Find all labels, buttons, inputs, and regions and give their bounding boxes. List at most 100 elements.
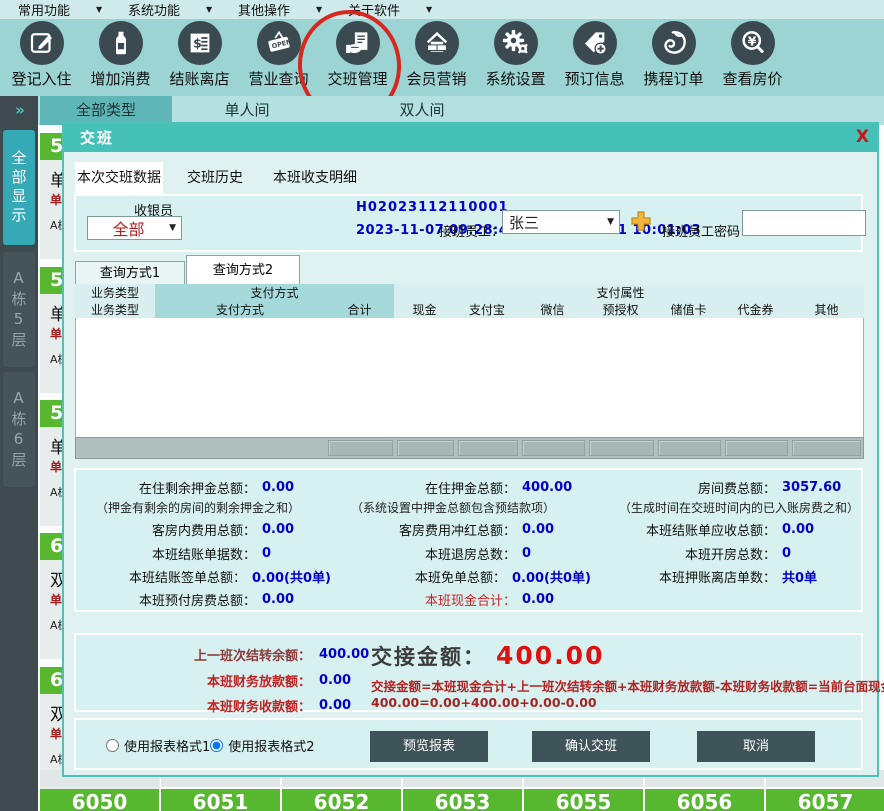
successor-password-label: 接班员工密码： bbox=[662, 221, 753, 240]
sidebar-tab-building-a-floor6[interactable]: A栋6层 bbox=[3, 372, 35, 487]
table-header-row: 业务类型 支付方式 合计 现金 支付宝 微信 预授权 储值卡 代金券 其他 bbox=[75, 301, 864, 318]
toolbar-label: 会员营销 bbox=[406, 68, 466, 89]
cashier-select[interactable]: 全部 ▼ bbox=[87, 216, 182, 240]
query-mode-tab-1[interactable]: 查询方式1 bbox=[75, 261, 185, 285]
receipt-value: 0.00 bbox=[319, 698, 351, 713]
room-type-tab-all[interactable]: 全部类型 bbox=[40, 96, 172, 125]
stat-label: 本班押账离店单数： bbox=[591, 567, 776, 586]
column-header: 支付宝 bbox=[455, 301, 519, 318]
preview-report-button[interactable]: 预览报表 bbox=[370, 731, 488, 762]
column-header: 支付方式 bbox=[155, 284, 394, 301]
room-status-text: 单 bbox=[50, 591, 62, 608]
toolbar-button-system-settings[interactable]: 系统设置 bbox=[476, 19, 555, 96]
carryover-label: 上一班次结转余额： bbox=[76, 645, 311, 664]
tab-shift-income-detail[interactable]: 本班收支明细 bbox=[260, 162, 370, 194]
room-card[interactable]: 6051 bbox=[161, 789, 280, 811]
house-card-icon bbox=[415, 21, 459, 65]
column-header bbox=[394, 284, 586, 301]
menu-label: 常用功能 bbox=[18, 0, 70, 19]
stat-label: 本班退房总数： bbox=[331, 544, 516, 563]
summary-cell bbox=[328, 440, 393, 456]
chevron-down-icon: ▼ bbox=[426, 5, 432, 14]
toolbar-label: 查看房价 bbox=[722, 68, 782, 89]
stat-value: 0.00 bbox=[262, 480, 294, 495]
bill-icon: $ bbox=[178, 21, 222, 65]
dialog-footer-panel: 使用报表格式1 使用报表格式2 预览报表 确认交班 取消 bbox=[74, 718, 863, 770]
register-icon bbox=[20, 21, 64, 65]
svg-text:¥: ¥ bbox=[747, 33, 756, 48]
column-header: 预授权 bbox=[586, 301, 655, 318]
room-card[interactable]: 6057 bbox=[766, 789, 884, 811]
menu-other-operations[interactable]: 其他操作 ▼ bbox=[238, 0, 330, 19]
sidebar-expand-button[interactable]: » bbox=[0, 96, 38, 119]
chevron-down-icon: ▼ bbox=[607, 217, 614, 227]
room-card[interactable]: 6053 bbox=[403, 789, 522, 811]
add-employee-icon[interactable] bbox=[630, 210, 652, 232]
menu-about-software[interactable]: 关于软件 ▼ bbox=[348, 0, 440, 19]
tab-current-shift-data[interactable]: 本次交班数据 bbox=[75, 162, 163, 194]
stat-label: 本班结账单据数： bbox=[76, 544, 256, 563]
toolbar-button-member-marketing[interactable]: 会员营销 bbox=[397, 19, 476, 96]
room-card[interactable]: 6052 bbox=[282, 789, 401, 811]
tab-shift-history[interactable]: 交班历史 bbox=[182, 162, 248, 194]
chevron-down-icon: ▼ bbox=[316, 5, 322, 14]
summary-cell bbox=[522, 440, 585, 456]
column-header: 支付属性 bbox=[586, 284, 655, 301]
toolbar-button-business-query[interactable]: OPEN 营业查询 bbox=[239, 19, 318, 96]
summary-cell bbox=[725, 440, 788, 456]
column-header: 现金 bbox=[394, 301, 455, 318]
toolbar-label: 交班管理 bbox=[327, 68, 387, 89]
toolbar-button-checkin[interactable]: 登记入住 bbox=[2, 19, 81, 96]
sidebar: » 全部显示 A栋5层 A栋6层 bbox=[0, 96, 38, 811]
sidebar-tab-show-all[interactable]: 全部显示 bbox=[3, 130, 35, 245]
stat-value: 400.00 bbox=[522, 480, 572, 495]
report-format-2-radio[interactable] bbox=[210, 739, 223, 752]
toolbar-label: 携程订单 bbox=[643, 68, 703, 89]
room-card[interactable]: 6056 bbox=[645, 789, 764, 811]
carryover-value: 400.00 bbox=[319, 647, 369, 662]
toolbar-button-booking-info[interactable]: 预订信息 bbox=[555, 19, 634, 96]
shift-serial-number: H02023112110001 bbox=[356, 200, 509, 215]
svg-text:$: $ bbox=[193, 35, 202, 50]
stat-label-cash-total: 本班现金合计： bbox=[331, 590, 516, 609]
toolbar-button-checkout[interactable]: $ 结账离店 bbox=[160, 19, 239, 96]
stat-value: 3057.60 bbox=[782, 480, 841, 495]
toolbar-button-view-room-rates[interactable]: ¥ 查看房价 bbox=[713, 19, 792, 96]
confirm-handover-button[interactable]: 确认交班 bbox=[532, 731, 650, 762]
toolbar-label: 增加消费 bbox=[90, 68, 150, 89]
menu-system-functions[interactable]: 系统功能 ▼ bbox=[128, 0, 220, 19]
table-summary-row bbox=[75, 437, 864, 459]
stat-value: 0.00 bbox=[522, 592, 554, 607]
successor-select[interactable]: 张三 ▼ bbox=[502, 210, 620, 234]
toolbar-button-add-consumption[interactable]: 增加消费 bbox=[81, 19, 160, 96]
successor-password-input[interactable] bbox=[742, 210, 866, 236]
cancel-button[interactable]: 取消 bbox=[697, 731, 815, 762]
stat-value: 0.00(共0单) bbox=[252, 567, 331, 586]
toolbar-button-ctrip-orders[interactable]: 携程订单 bbox=[634, 19, 713, 96]
room-type-tab-double[interactable]: 双人间 bbox=[356, 96, 488, 125]
room-type-tabbar: 全部类型 单人间 双人间 bbox=[38, 96, 884, 125]
stat-value: 0 bbox=[522, 546, 531, 561]
sidebar-tab-building-a-floor5[interactable]: A栋5层 bbox=[3, 252, 35, 367]
room-status-text: 单 bbox=[50, 458, 62, 475]
loan-value: 0.00 bbox=[319, 673, 351, 688]
query-mode-tab-2[interactable]: 查询方式2 bbox=[186, 255, 300, 285]
open-sign-icon: OPEN bbox=[257, 21, 301, 65]
column-header: 支付方式 bbox=[155, 301, 325, 318]
toolbar-button-shift-management[interactable]: 交班管理 bbox=[318, 19, 397, 96]
menu-common-functions[interactable]: 常用功能 ▼ bbox=[18, 0, 110, 19]
room-type-tab-single[interactable]: 单人间 bbox=[181, 96, 313, 125]
sidebar-tab-label: A栋5层 bbox=[9, 269, 30, 351]
room-card[interactable]: 6055 bbox=[524, 789, 643, 811]
close-icon[interactable]: X bbox=[856, 127, 869, 147]
summary-cell bbox=[792, 440, 861, 456]
stat-label: 本班预付房费总额： bbox=[76, 590, 256, 609]
room-card[interactable]: 6050 bbox=[40, 789, 159, 811]
report-format-1-radio[interactable] bbox=[106, 739, 119, 752]
column-header: 业务类型 bbox=[75, 301, 155, 318]
table-header-group-row: 业务类型 支付方式 支付属性 bbox=[75, 284, 864, 301]
sidebar-tab-label: 全部显示 bbox=[9, 150, 30, 226]
report-format-2-label: 使用报表格式2 bbox=[228, 736, 314, 755]
stat-value: 0.00 bbox=[262, 592, 294, 607]
menu-label: 其他操作 bbox=[238, 0, 290, 19]
